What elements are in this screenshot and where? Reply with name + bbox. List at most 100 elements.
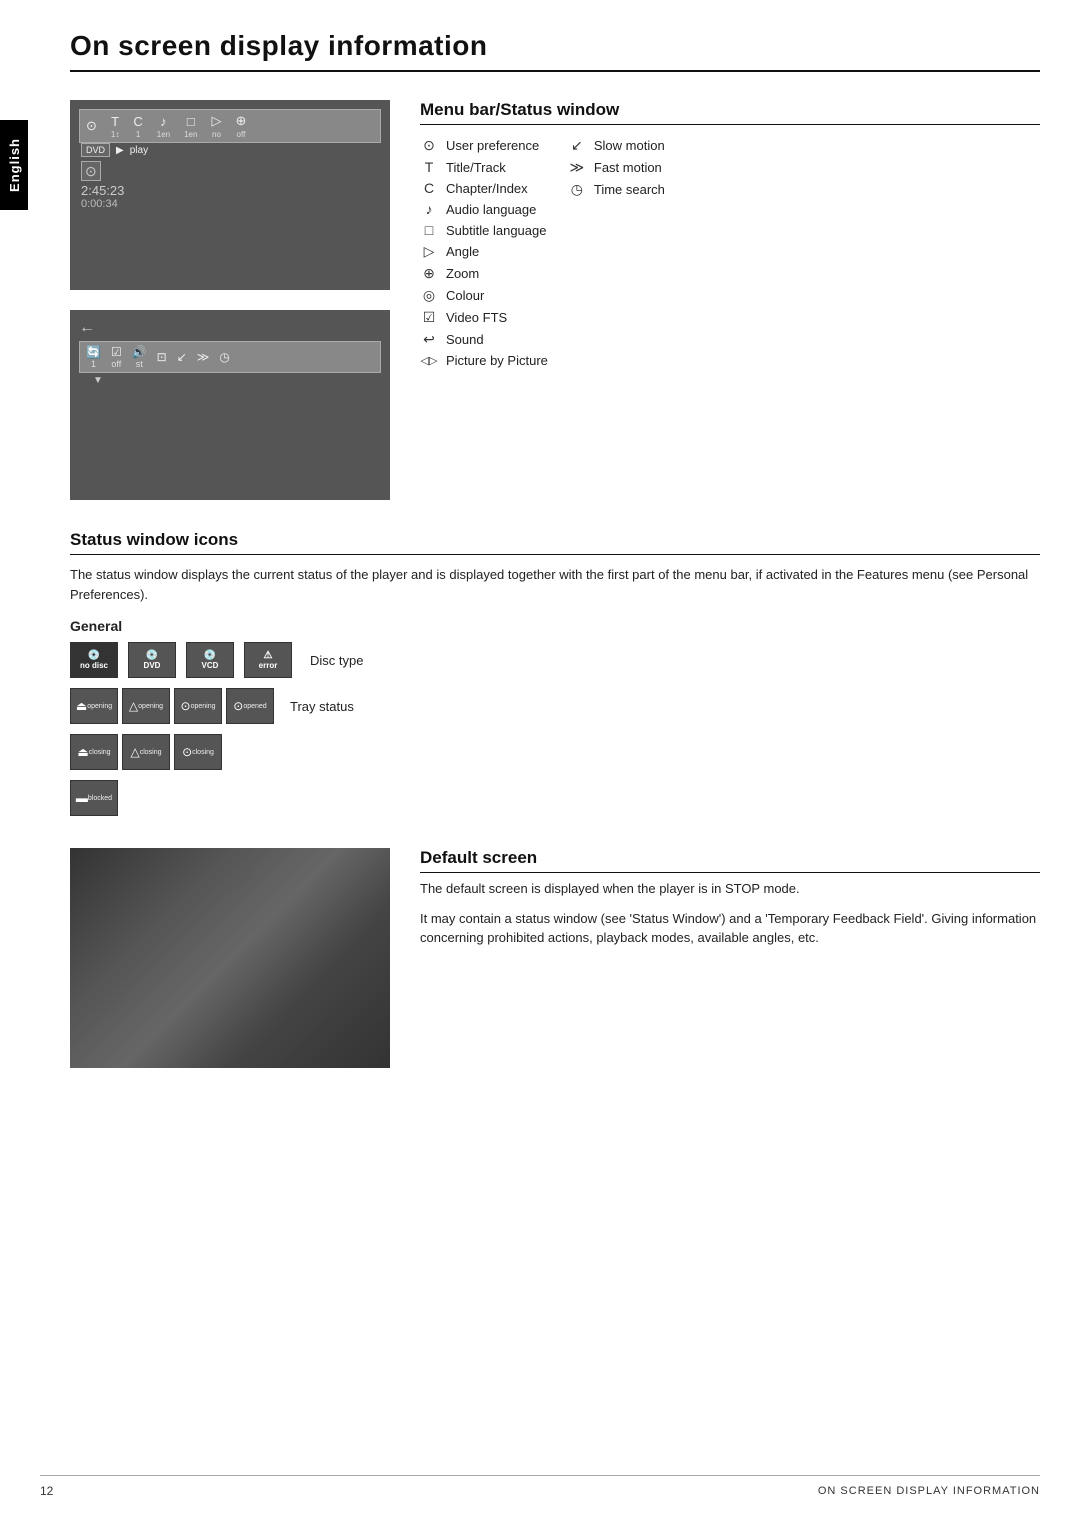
dvd-time2: 0:00:34 — [81, 198, 124, 210]
menu-item-angle: ▷ Angle — [420, 243, 548, 260]
dvd-badge: DVD — [81, 143, 110, 157]
zoom-label: Zoom — [446, 266, 479, 281]
default-screen-heading: Default screen — [420, 848, 1040, 873]
menu-bar-icon-2: T 1↕ — [111, 114, 119, 139]
user-preference-icon: ⊙ — [420, 137, 438, 154]
disc-icon-no-disc: 💿 no disc — [70, 642, 118, 678]
disc-icon-dvd: 💿 DVD — [128, 642, 176, 678]
menu-item-video-fts: ☑ Video FTS — [420, 309, 548, 326]
status-window-heading: Status window icons — [70, 530, 1040, 555]
chapter-index-icon: C — [420, 180, 438, 196]
default-screen-desc1: The default screen is displayed when the… — [420, 879, 1040, 899]
disc-type-row: 💿 no disc 💿 DVD 💿 VCD ⚠ error Disc type — [70, 642, 1040, 678]
disc-type-label: Disc type — [310, 653, 363, 668]
title-track-label: Title/Track — [446, 160, 506, 175]
video-fts-label: Video FTS — [446, 310, 507, 325]
menu-items-col1: ⊙ User preference T Title/Track C Chapte… — [420, 137, 548, 368]
menu-item-sound: ↩ Sound — [420, 331, 548, 348]
dvd-status-icon: ⊙ — [81, 163, 101, 180]
footer-title: ON SCREEN DISPLAY INFORMATION — [818, 1485, 1040, 1497]
tray-box-opening3: ⊙ opening — [174, 688, 222, 724]
status-icon-5: ↙ — [177, 350, 187, 364]
tray-status-label: Tray status — [290, 699, 354, 714]
picture-by-picture-label: Picture by Picture — [446, 353, 548, 368]
status-icon-6: ≫ — [197, 350, 210, 364]
default-screen-image — [70, 848, 390, 1068]
colour-label: Colour — [446, 288, 484, 303]
play-label: play — [130, 145, 148, 156]
tray-blocked-row: ▬ blocked — [70, 780, 1040, 816]
page-footer: 12 ON SCREEN DISPLAY INFORMATION — [40, 1475, 1040, 1498]
status-sub-arrow: ▼ — [79, 375, 381, 386]
status-icon-3: 🔊 st — [132, 345, 147, 369]
fast-motion-icon: ≫ — [568, 159, 586, 176]
menu-item-user-preference: ⊙ User preference — [420, 137, 548, 154]
audio-language-icon: ♪ — [420, 201, 438, 217]
colour-icon: ◎ — [420, 287, 438, 304]
time-search-icon: ◷ — [568, 181, 586, 198]
menu-bar-icon-6: ▷ no — [211, 113, 221, 139]
dvd-info-row: DVD ▶ play — [81, 143, 148, 157]
menu-item-subtitle-language: □ Subtitle language — [420, 222, 548, 238]
top-section: ⊙ T 1↕ C 1 ♪ 1en — [70, 100, 1040, 500]
tray-box-closing3: ⊙ closing — [174, 734, 222, 770]
menu-bar-icon-3: C 1 — [133, 114, 142, 139]
menu-item-slow-motion: ↙ Slow motion — [568, 137, 665, 154]
chapter-index-label: Chapter/Index — [446, 181, 528, 196]
status-icon-7: ◷ — [219, 350, 229, 364]
status-icon-1: 🔄 1 — [86, 345, 101, 369]
footer-page-number: 12 — [40, 1484, 53, 1498]
menu-item-picture-by-picture: ◁▷ Picture by Picture — [420, 353, 548, 368]
time-search-label: Time search — [594, 182, 665, 197]
menu-items-layout: ⊙ User preference T Title/Track C Chapte… — [420, 137, 1040, 368]
tray-opening-row: ⏏ opening △ opening ⊙ opening ⊙ opened T… — [70, 688, 1040, 724]
tray-box-opened: ⊙ opened — [226, 688, 274, 724]
page-title: On screen display information — [70, 30, 1040, 62]
sound-icon: ↩ — [420, 331, 438, 348]
sidebar-english-tab: English — [0, 120, 28, 210]
tray-status-grid: ⏏ opening △ opening ⊙ opening ⊙ opened T… — [70, 688, 1040, 820]
dvd-time-display: 2:45:23 0:00:34 — [81, 183, 124, 210]
play-indicator: ▶ — [116, 145, 124, 156]
status-arrow-row: ← — [79, 319, 381, 337]
menu-item-time-search: ◷ Time search — [568, 181, 665, 198]
status-window-section: Status window icons The status window di… — [70, 530, 1040, 820]
status-bar-display: ← 🔄 1 ☑ off 🔊 st — [71, 311, 389, 499]
slow-motion-label: Slow motion — [594, 138, 665, 153]
status-icon-2: ☑ off — [111, 345, 122, 369]
status-bar-screenshot: ← 🔄 1 ☑ off 🔊 st — [70, 310, 390, 500]
tray-box-blocked: ▬ blocked — [70, 780, 118, 816]
menu-item-chapter-index: C Chapter/Index — [420, 180, 548, 196]
slow-motion-icon: ↙ — [568, 137, 586, 154]
zoom-icon: ⊕ — [420, 265, 438, 282]
subtitle-language-label: Subtitle language — [446, 223, 546, 238]
subtitle-language-icon: □ — [420, 222, 438, 238]
title-track-icon: T — [420, 159, 438, 175]
default-screen-text-col: Default screen The default screen is dis… — [420, 848, 1040, 1068]
status-icons-row: 🔄 1 ☑ off 🔊 st ⊡ — [79, 341, 381, 373]
tray-box-opening2: △ opening — [122, 688, 170, 724]
angle-label: Angle — [446, 244, 479, 259]
menu-items-col2: ↙ Slow motion ≫ Fast motion ◷ Time searc… — [568, 137, 665, 368]
title-rule — [70, 70, 1040, 72]
menu-bar-icon-5: □ 1en — [184, 114, 197, 139]
left-arrow-icon: ← — [79, 319, 95, 337]
disc-icon-vcd: 💿 VCD — [186, 642, 234, 678]
video-fts-icon: ☑ — [420, 309, 438, 326]
menu-bar-icon-1: ⊙ — [86, 118, 97, 135]
menu-item-title-track: T Title/Track — [420, 159, 548, 175]
angle-icon: ▷ — [420, 243, 438, 260]
menu-bar-screenshot: ⊙ T 1↕ C 1 ♪ 1en — [70, 100, 390, 290]
menu-bar-icon-7: ⊕ off — [235, 113, 246, 139]
tray-box-closing1: ⏏ closing — [70, 734, 118, 770]
sound-label: Sound — [446, 332, 484, 347]
default-screen-desc2: It may contain a status window (see 'Sta… — [420, 909, 1040, 948]
menu-item-fast-motion: ≫ Fast motion — [568, 159, 665, 176]
right-col-menu: Menu bar/Status window ⊙ User preference… — [420, 100, 1040, 500]
tray-closing-row: ⏏ closing △ closing ⊙ closing — [70, 734, 1040, 770]
menu-bar-heading: Menu bar/Status window — [420, 100, 1040, 125]
default-screen-section: Default screen The default screen is dis… — [70, 848, 1040, 1068]
sidebar-label: English — [7, 138, 22, 192]
menu-bar-icon-4: ♪ 1en — [157, 114, 170, 139]
disc-icon-error: ⚠ error — [244, 642, 292, 678]
